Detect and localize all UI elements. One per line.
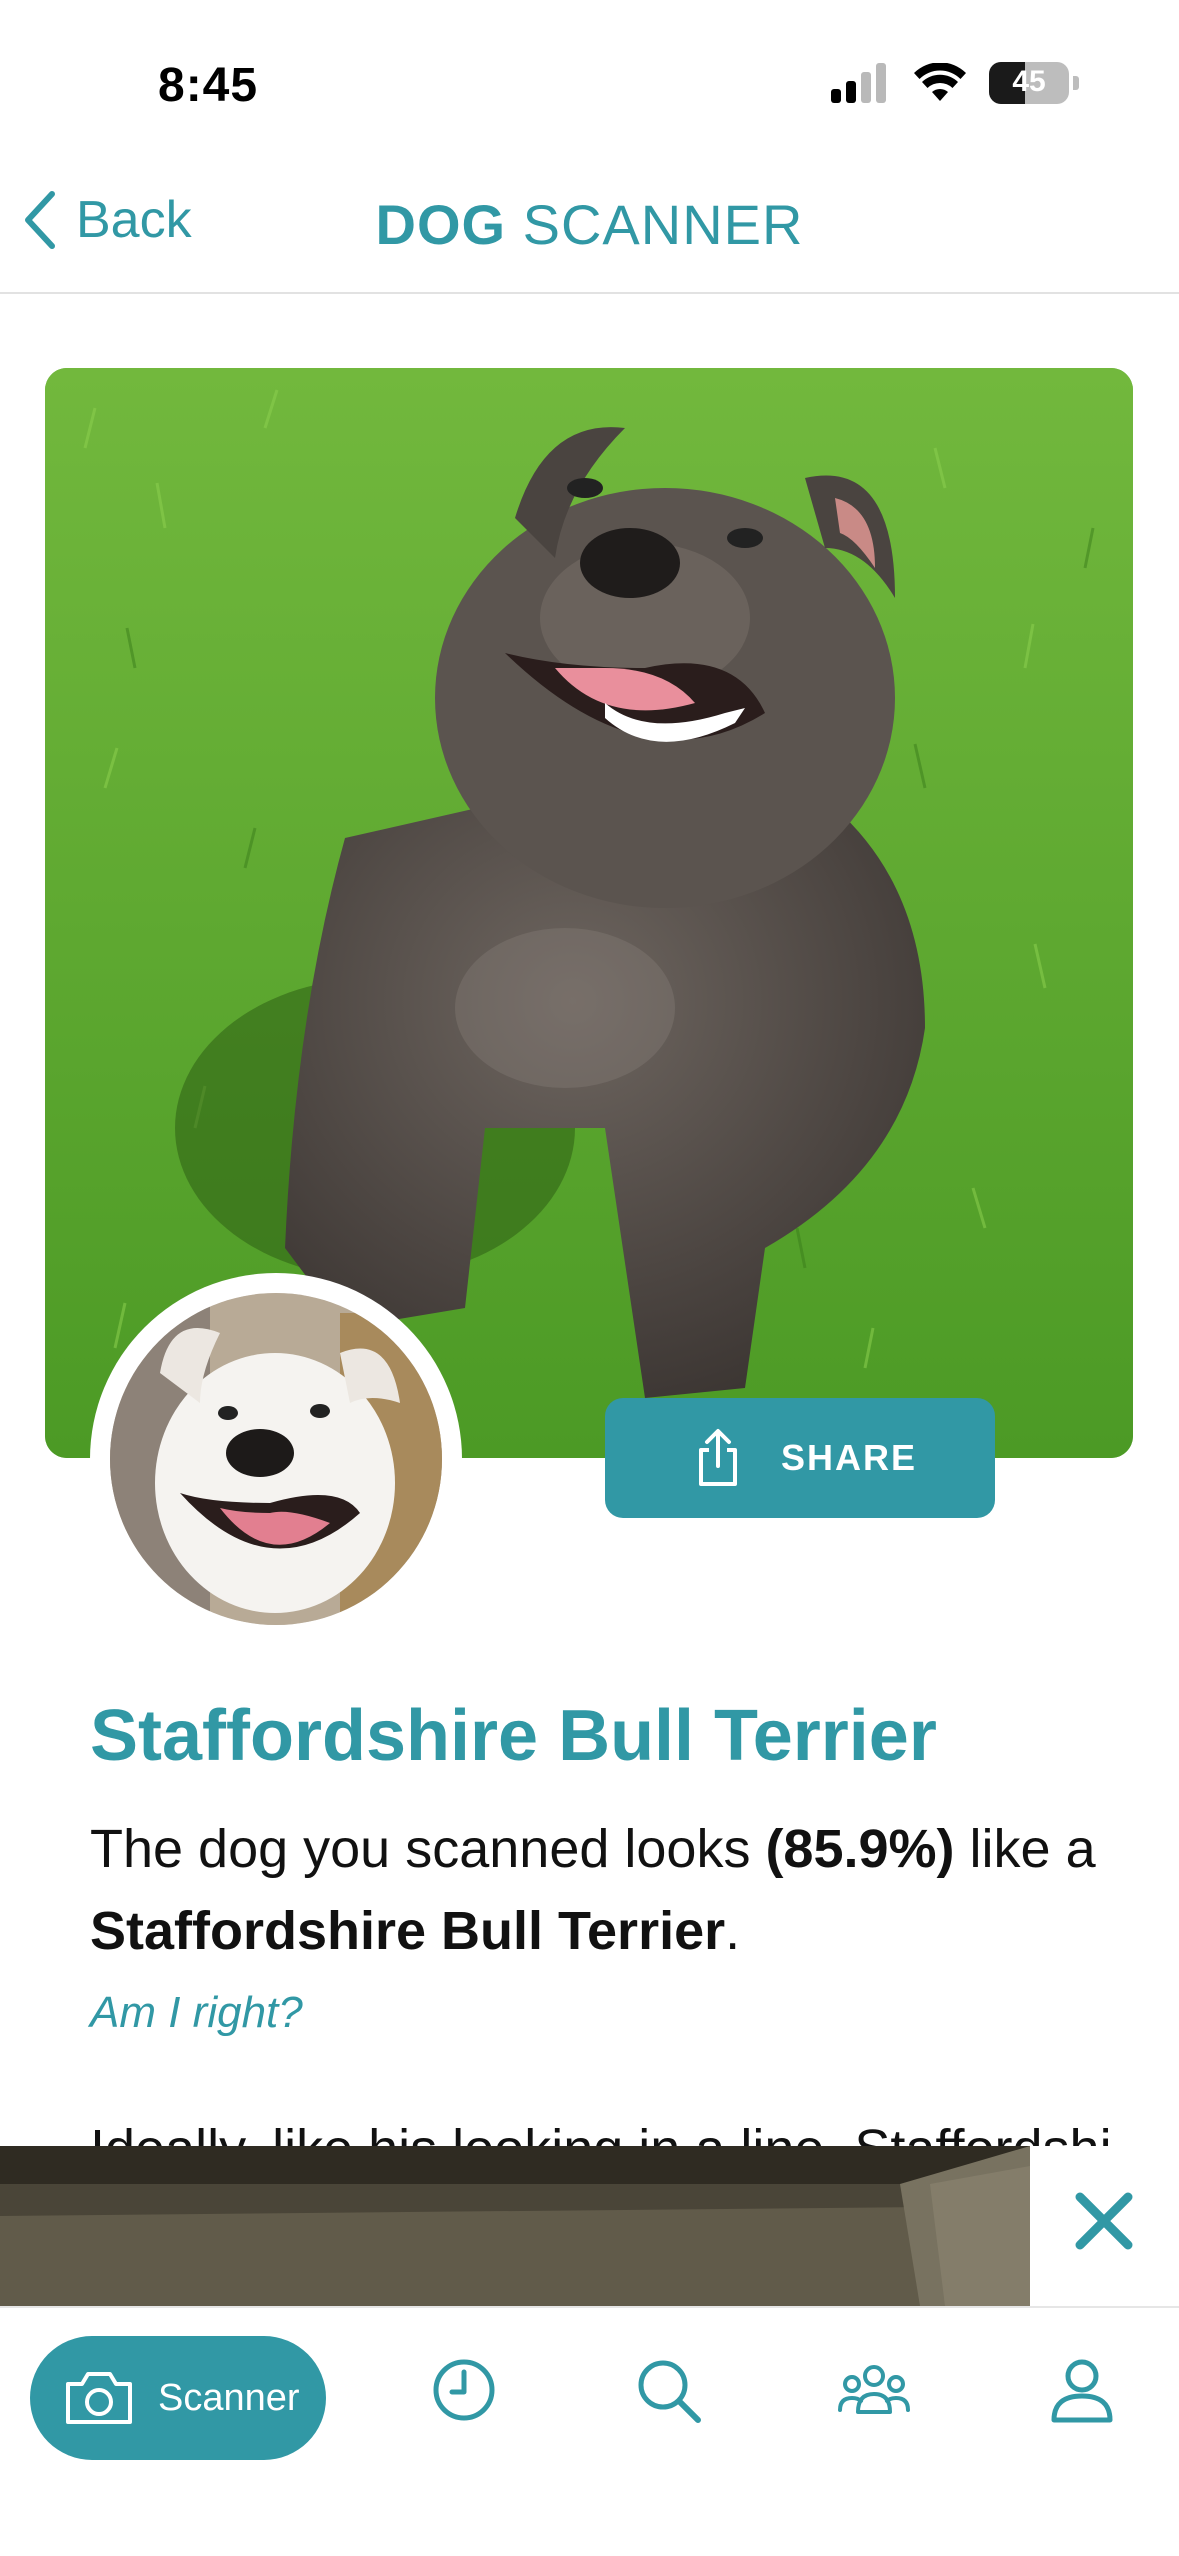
close-icon[interactable] xyxy=(1068,2185,1140,2257)
share-label: SHARE xyxy=(781,1437,918,1478)
breed-reference-photo xyxy=(110,1293,442,1625)
breed-title: Staffordshire Bull Terrier xyxy=(90,1696,937,1776)
profile-icon[interactable] xyxy=(1046,2354,1118,2426)
tab-bar: Scanner xyxy=(0,2306,1179,2556)
page-title: DOG SCANNER xyxy=(0,192,1179,257)
tab-scanner[interactable]: Scanner xyxy=(30,2336,326,2460)
nav-bar: Back DOG SCANNER xyxy=(0,150,1179,294)
signal-icon xyxy=(831,63,886,103)
result-line-start: The dog you scanned looks xyxy=(90,1819,766,1879)
history-clock-icon[interactable] xyxy=(428,2354,500,2426)
status-icons: 45 xyxy=(831,62,1079,104)
wifi-icon xyxy=(914,63,966,101)
battery-text: 45 xyxy=(1012,65,1046,98)
result-line-mid: like a xyxy=(954,1819,1096,1879)
result-description: The dog you scanned looks (85.9%) like a… xyxy=(90,1808,1100,1972)
result-breed-name: Staffordshire Bull Terrier xyxy=(90,1901,726,1961)
title-rest: SCANNER xyxy=(506,193,804,256)
status-bar: 8:45 45 xyxy=(0,0,1179,150)
battery-icon: 45 xyxy=(989,62,1069,104)
battery-cap xyxy=(1073,76,1079,90)
result-line-end: . xyxy=(725,1901,741,1961)
camera-preview-strip[interactable] xyxy=(0,2146,1030,2306)
title-bold: DOG xyxy=(375,193,507,256)
camera-icon xyxy=(66,2372,132,2424)
share-icon xyxy=(699,1429,737,1486)
am-i-right-link[interactable]: Am I right? xyxy=(90,1988,303,2038)
community-icon[interactable] xyxy=(838,2354,910,2426)
status-time: 8:45 xyxy=(158,59,259,112)
share-button[interactable]: SHARE xyxy=(605,1398,995,1518)
search-icon[interactable] xyxy=(632,2354,704,2426)
tab-scanner-label: Scanner xyxy=(158,2376,300,2419)
breed-avatar xyxy=(90,1273,462,1645)
confidence-value: (85.9%) xyxy=(765,1819,955,1879)
